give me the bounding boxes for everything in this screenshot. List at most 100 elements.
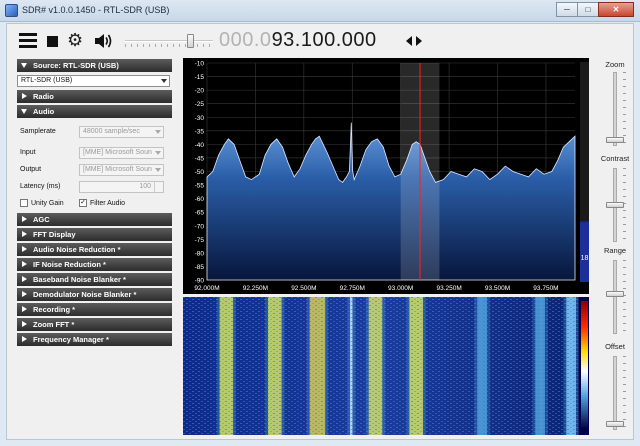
y-tick-label: -10	[195, 61, 205, 68]
expand-triangle-icon	[22, 246, 27, 252]
dropdown-arrow-icon	[161, 79, 167, 83]
y-tick-label: -55	[195, 183, 205, 190]
latency-input[interactable]: 100	[79, 181, 164, 193]
baseband-noise-blanker-section-header[interactable]: Baseband Noise Blanker *	[17, 273, 172, 286]
radio-section-header[interactable]: Radio	[17, 90, 172, 103]
stop-icon[interactable]	[47, 36, 58, 47]
dropdown-arrow-icon	[155, 168, 161, 172]
demodulator-noise-blanker-section-header[interactable]: Demodulator Noise Blanker *	[17, 288, 172, 301]
recording-section-label: Recording *	[33, 305, 76, 314]
y-tick-label: -80	[195, 250, 205, 257]
contrast-slider-thumb[interactable]	[606, 202, 624, 208]
main-window: ⚙ 000.093.100.000 Source: RTL-SDR (USB) …	[6, 23, 634, 440]
filter-audio-checkbox[interactable]: ✓	[79, 199, 87, 207]
offset-slider-thumb[interactable]	[606, 421, 624, 427]
fft-display-section-label: FFT Display	[33, 230, 76, 239]
y-tick-label: -30	[195, 115, 205, 122]
dropdown-arrow-icon	[155, 130, 161, 134]
y-tick-label: -45	[195, 155, 205, 162]
speaker-icon[interactable]	[93, 32, 113, 50]
zoom-slider[interactable]	[613, 72, 617, 146]
zoom-label: Zoom	[605, 60, 625, 69]
audio-section-header[interactable]: Audio	[17, 105, 172, 118]
output-label: Output	[20, 166, 42, 173]
filter-audio-label: Filter Audio	[90, 199, 126, 207]
audio-noise-reduction-section-header[interactable]: Audio Noise Reduction *	[17, 243, 172, 256]
range-slider[interactable]	[613, 260, 617, 334]
frequency-display[interactable]: 000.093.100.000	[219, 29, 377, 52]
spinner-arrows-icon[interactable]	[154, 182, 163, 192]
y-tick-label: -75	[195, 237, 205, 244]
agc-section-label: AGC	[33, 215, 50, 224]
offset-ticks	[623, 356, 626, 430]
minimize-button[interactable]: ─	[556, 2, 578, 17]
filter-audio-checkbox-row[interactable]: ✓ Filter Audio	[79, 199, 125, 207]
samplerate-value: 48000 sample/sec	[83, 128, 140, 135]
display-settings-panel: Zoom Contrast Range Offset	[597, 58, 633, 438]
fine-tuning-bar[interactable]	[580, 62, 589, 282]
gear-icon[interactable]: ⚙	[67, 31, 85, 49]
range-slider-thumb[interactable]	[606, 291, 624, 297]
control-panel: Source: RTL-SDR (USB) RTL-SDR (USB) Radi…	[17, 59, 172, 439]
zoom-fft-section-header[interactable]: Zoom FFT *	[17, 318, 172, 331]
latency-value: 100	[139, 183, 151, 190]
unity-gain-checkbox-row[interactable]: Unity Gain	[20, 199, 64, 207]
range-label: Range	[603, 246, 627, 255]
y-tick-label: -65	[195, 210, 205, 217]
x-tick-label: 93.500M	[485, 285, 510, 292]
y-tick-label: -50	[195, 169, 205, 176]
expand-triangle-icon	[22, 321, 27, 327]
output-device-select[interactable]: [MME] Microsoft Soun	[79, 164, 164, 176]
offset-label: Offset	[605, 342, 625, 351]
app-icon	[5, 4, 18, 17]
samplerate-label: Samplerate	[20, 128, 56, 135]
fft-display-section-header[interactable]: FFT Display	[17, 228, 172, 241]
waterfall-display[interactable]	[183, 297, 589, 435]
y-tick-label: -60	[195, 196, 205, 203]
frequency-leading-digits[interactable]: 000.0	[219, 29, 272, 51]
x-tick-label: 92.500M	[291, 285, 316, 292]
y-tick-label: -20	[195, 88, 205, 95]
source-section-label: Source: RTL-SDR (USB)	[33, 61, 119, 70]
source-section-header[interactable]: Source: RTL-SDR (USB)	[17, 59, 172, 72]
x-tick-label: 92.750M	[340, 285, 365, 292]
y-tick-label: -85	[195, 264, 205, 271]
input-device-select[interactable]: [MME] Microsoft Soun	[79, 147, 164, 159]
zoom-slider-thumb[interactable]	[606, 137, 624, 143]
collapse-triangle-icon	[21, 63, 27, 68]
toolbar: ⚙ 000.093.100.000	[7, 24, 633, 58]
expand-triangle-icon	[22, 216, 27, 222]
frequency-manager-section-header[interactable]: Frequency Manager *	[17, 333, 172, 346]
y-axis-ticks: -10 -15 -20 -25 -30 -35 -40 -45 -50 -55 -60 -65 -70 -…	[195, 61, 205, 285]
volume-ticks	[125, 44, 213, 47]
hamburger-menu-icon[interactable]	[19, 33, 37, 49]
input-device-value: [MME] Microsoft Soun	[83, 149, 152, 156]
volume-thumb[interactable]	[187, 34, 194, 48]
offset-slider[interactable]	[613, 356, 617, 430]
frequency-manager-section-label: Frequency Manager *	[33, 335, 109, 344]
volume-slider[interactable]	[125, 34, 213, 48]
spectrum-analyzer[interactable]: -10 -15 -20 -25 -30 -35 -40 -45 -50 -55 -60 -65 -70 -…	[183, 58, 589, 294]
baseband-noise-blanker-label: Baseband Noise Blanker *	[33, 275, 126, 284]
demodulator-noise-blanker-label: Demodulator Noise Blanker *	[33, 290, 137, 299]
x-tick-label: 92.000M	[194, 285, 219, 292]
spectrum-trace	[206, 122, 576, 281]
recording-section-header[interactable]: Recording *	[17, 303, 172, 316]
expand-triangle-icon	[22, 276, 27, 282]
frequency-digits[interactable]: 93.100.000	[272, 29, 377, 51]
close-button[interactable]: ✕	[598, 2, 634, 17]
source-device-select[interactable]: RTL-SDR (USB)	[17, 75, 170, 87]
expand-triangle-icon	[22, 93, 27, 99]
maximize-button[interactable]: □	[577, 2, 599, 17]
if-noise-reduction-section-header[interactable]: IF Noise Reduction *	[17, 258, 172, 271]
samplerate-select[interactable]: 48000 sample/sec	[79, 126, 164, 138]
x-tick-label: 93.750M	[533, 285, 558, 292]
agc-section-header[interactable]: AGC	[17, 213, 172, 226]
output-device-value: [MME] Microsoft Soun	[83, 166, 152, 173]
window-title: SDR# v1.0.0.1450 - RTL-SDR (USB)	[22, 5, 170, 15]
tuning-arrows-icon[interactable]	[405, 35, 423, 47]
expand-triangle-icon	[22, 306, 27, 312]
window-controls: ─ □ ✕	[556, 2, 634, 17]
unity-gain-checkbox[interactable]	[20, 199, 28, 207]
expand-triangle-icon	[22, 291, 27, 297]
